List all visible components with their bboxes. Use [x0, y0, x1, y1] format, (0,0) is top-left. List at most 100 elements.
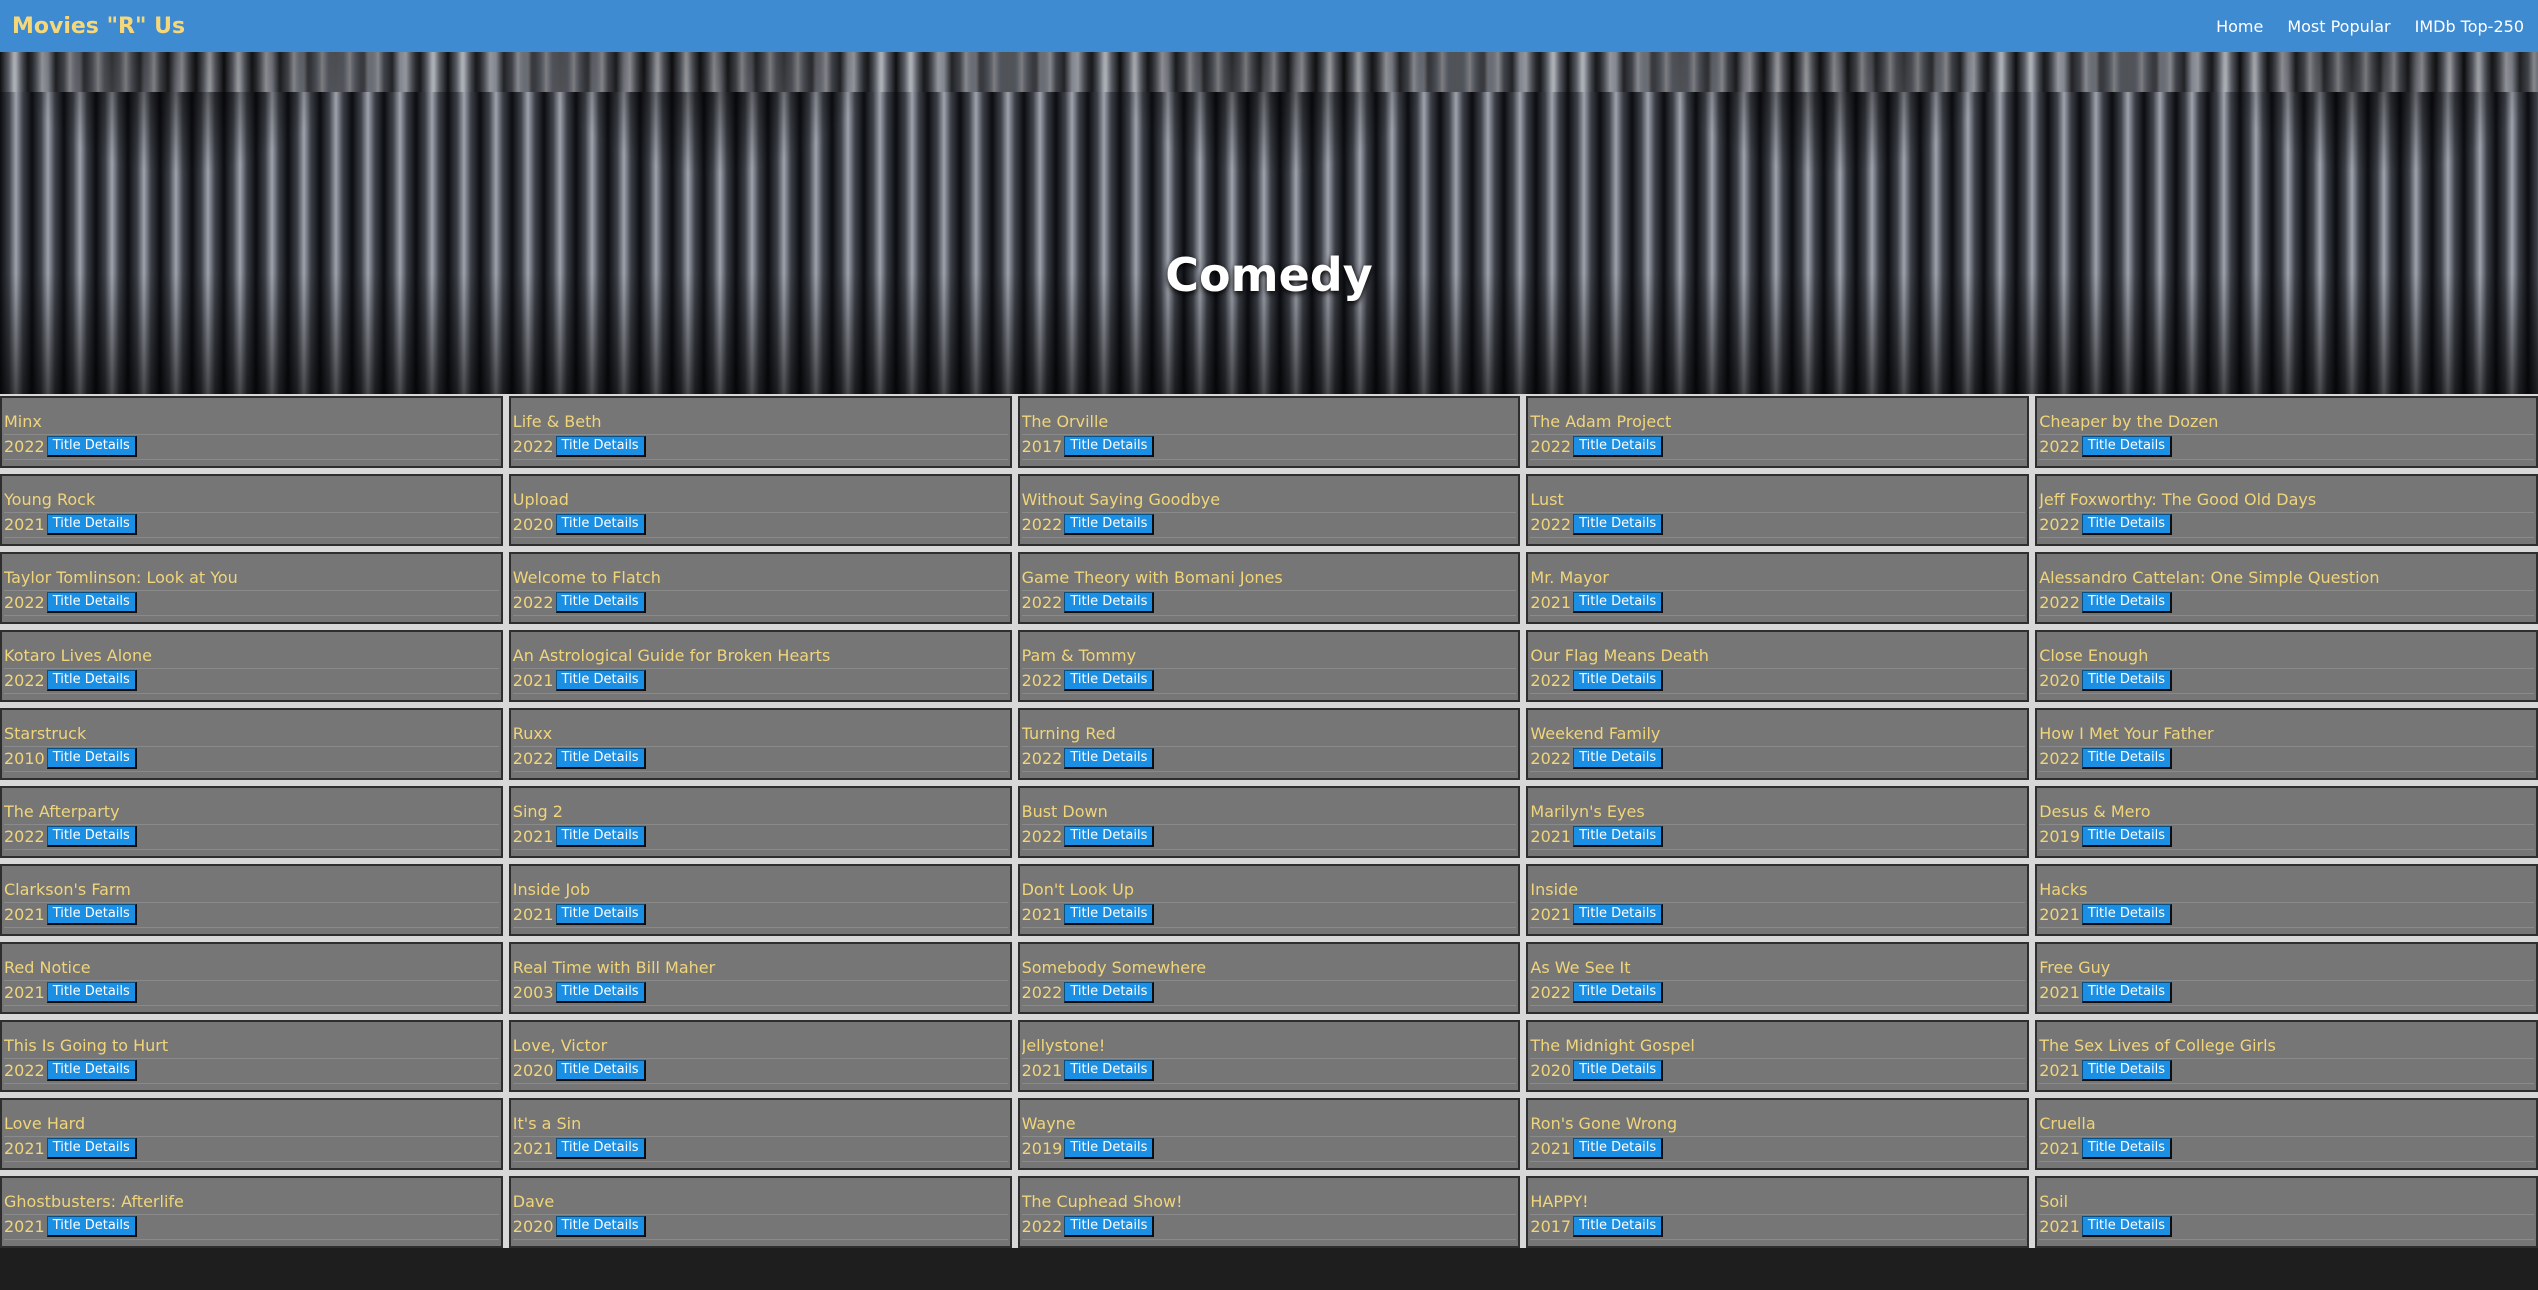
title-details-button[interactable]: Title Details	[46, 1138, 137, 1159]
movie-year: 2022	[1021, 670, 1063, 690]
title-details-button[interactable]: Title Details	[555, 670, 646, 691]
movie-meta-row: 2021 Title Details	[2039, 1138, 2534, 1162]
title-details-button[interactable]: Title Details	[46, 1216, 137, 1237]
title-details-button[interactable]: Title Details	[555, 904, 646, 925]
title-details-button[interactable]: Title Details	[1573, 982, 1664, 1003]
brand-logo-link[interactable]: Movies "R" Us	[12, 14, 185, 39]
title-details-button[interactable]: Title Details	[1064, 514, 1155, 535]
title-details-button[interactable]: Title Details	[2081, 904, 2172, 925]
title-details-button[interactable]: Title Details	[2081, 1138, 2172, 1159]
title-details-button[interactable]: Title Details	[1573, 1060, 1664, 1081]
title-details-button[interactable]: Title Details	[2081, 592, 2172, 613]
movie-year: 2022	[1530, 670, 1572, 690]
movie-title: Sing 2	[512, 802, 1008, 825]
movie-card: Jeff Foxworthy: The Good Old Days 2022 Tit…	[2035, 474, 2538, 546]
title-details-button[interactable]: Title Details	[46, 514, 137, 535]
movie-year: 2022	[4, 436, 45, 456]
movie-meta-row: 2021 Title Details	[512, 670, 1008, 694]
title-details-button[interactable]: Title Details	[555, 1138, 646, 1159]
movie-card: Desus & Mero 2019 Title Details	[2035, 786, 2538, 858]
title-details-button[interactable]: Title Details	[1064, 592, 1155, 613]
movie-year: 2017	[1530, 1216, 1572, 1236]
movie-title: Cheaper by the Dozen	[2039, 412, 2534, 435]
title-details-button[interactable]: Title Details	[46, 1060, 137, 1081]
movie-title: Weekend Family	[1530, 724, 2026, 747]
movie-meta-row: 2021 Title Details	[512, 826, 1008, 850]
title-details-button[interactable]: Title Details	[1573, 514, 1664, 535]
title-details-button[interactable]: Title Details	[46, 982, 137, 1003]
movie-title: Turning Red	[1021, 724, 1517, 747]
movie-card: Minx 2022 Title Details	[0, 396, 503, 468]
title-details-button[interactable]: Title Details	[555, 748, 646, 769]
title-details-button[interactable]: Title Details	[1064, 436, 1155, 457]
curtain-valance	[0, 52, 2538, 92]
title-details-button[interactable]: Title Details	[555, 436, 646, 457]
title-details-button[interactable]: Title Details	[1573, 436, 1664, 457]
nav-link-imdb-top-250[interactable]: IMDb Top-250	[2415, 17, 2524, 36]
top-navbar: Movies "R" Us Home Most Popular IMDb Top…	[0, 0, 2538, 52]
movie-meta-row: 2021 Title Details	[4, 1138, 499, 1162]
title-details-button[interactable]: Title Details	[46, 670, 137, 691]
title-details-button[interactable]: Title Details	[555, 826, 646, 847]
title-details-button[interactable]: Title Details	[555, 1216, 646, 1237]
title-details-button[interactable]: Title Details	[1064, 1060, 1155, 1081]
title-details-button[interactable]: Title Details	[2081, 1060, 2172, 1081]
title-details-button[interactable]: Title Details	[1064, 826, 1155, 847]
title-details-button[interactable]: Title Details	[1573, 904, 1664, 925]
movie-meta-row: 2021 Title Details	[1530, 826, 2026, 850]
movie-card: Soil 2021 Title Details	[2035, 1176, 2538, 1248]
nav-link-most-popular[interactable]: Most Popular	[2287, 17, 2390, 36]
nav-link-home[interactable]: Home	[2216, 17, 2263, 36]
movie-year: 2021	[2039, 904, 2080, 924]
title-details-button[interactable]: Title Details	[1573, 1216, 1664, 1237]
movie-meta-row: 2022 Title Details	[4, 1060, 499, 1084]
title-details-button[interactable]: Title Details	[1064, 1138, 1155, 1159]
movie-year: 2022	[4, 826, 45, 846]
movie-meta-row: 2010 Title Details	[4, 748, 499, 772]
title-details-button[interactable]: Title Details	[555, 514, 646, 535]
movie-card: As We See It 2022 Title Details	[1526, 942, 2030, 1014]
movie-title: Dave	[512, 1192, 1008, 1215]
title-details-button[interactable]: Title Details	[46, 592, 137, 613]
movie-card: Somebody Somewhere 2022 Title Details	[1017, 942, 1521, 1014]
title-details-button[interactable]: Title Details	[46, 748, 137, 769]
title-details-button[interactable]: Title Details	[2081, 670, 2172, 691]
title-details-button[interactable]: Title Details	[1064, 982, 1155, 1003]
title-details-button[interactable]: Title Details	[1573, 592, 1664, 613]
title-details-button[interactable]: Title Details	[1573, 826, 1664, 847]
title-details-button[interactable]: Title Details	[1064, 904, 1155, 925]
title-details-button[interactable]: Title Details	[1064, 748, 1155, 769]
title-details-button[interactable]: Title Details	[555, 592, 646, 613]
movie-card: Hacks 2021 Title Details	[2035, 864, 2538, 936]
title-details-button[interactable]: Title Details	[46, 436, 137, 457]
movie-title: Love Hard	[4, 1114, 499, 1137]
movie-year: 2022	[2039, 514, 2080, 534]
title-details-button[interactable]: Title Details	[555, 1060, 646, 1081]
title-details-button[interactable]: Title Details	[46, 904, 137, 925]
title-details-button[interactable]: Title Details	[1573, 748, 1664, 769]
movie-title: Love, Victor	[512, 1036, 1008, 1059]
title-details-button[interactable]: Title Details	[2081, 826, 2172, 847]
title-details-button[interactable]: Title Details	[555, 982, 646, 1003]
movie-meta-row: 2021 Title Details	[2039, 1060, 2534, 1084]
movie-title: Don't Look Up	[1021, 880, 1517, 903]
movie-card: Pam & Tommy 2022 Title Details	[1017, 630, 1521, 702]
title-details-button[interactable]: Title Details	[1573, 1138, 1664, 1159]
movie-title: Minx	[4, 412, 499, 435]
movie-card: The Midnight Gospel 2020 Title Details	[1526, 1020, 2030, 1092]
movie-meta-row: 2021 Title Details	[2039, 904, 2534, 928]
title-details-button[interactable]: Title Details	[2081, 1216, 2172, 1237]
title-details-button[interactable]: Title Details	[2081, 514, 2172, 535]
title-details-button[interactable]: Title Details	[1573, 670, 1664, 691]
title-details-button[interactable]: Title Details	[1064, 1216, 1155, 1237]
title-details-button[interactable]: Title Details	[2081, 436, 2172, 457]
nav-links: Home Most Popular IMDb Top-250	[2216, 17, 2524, 36]
title-details-button[interactable]: Title Details	[46, 826, 137, 847]
title-details-button[interactable]: Title Details	[1064, 670, 1155, 691]
movie-year: 2017	[1021, 436, 1063, 456]
movie-meta-row: 2022 Title Details	[1530, 514, 2026, 538]
movie-card: The Sex Lives of College Girls 2021 Title …	[2035, 1020, 2538, 1092]
title-details-button[interactable]: Title Details	[2081, 982, 2172, 1003]
title-details-button[interactable]: Title Details	[2081, 748, 2172, 769]
movie-card: Close Enough 2020 Title Details	[2035, 630, 2538, 702]
